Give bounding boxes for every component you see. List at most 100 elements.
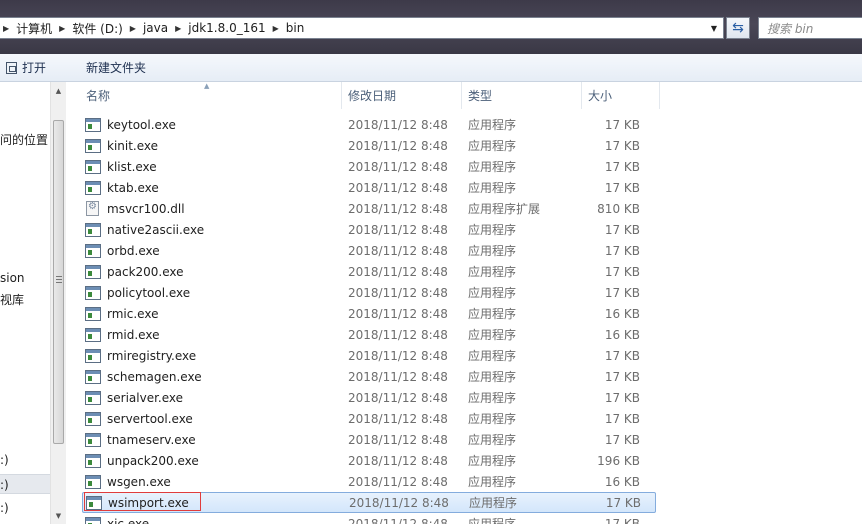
file-date: 2018/11/12 8:48 (348, 243, 448, 258)
file-name-cell: native2ascii.exe (82, 222, 348, 237)
breadcrumb-drive-d[interactable]: 软件 (D:) (68, 18, 126, 38)
file-row[interactable]: unpack200.exe 2018/11/12 8:48 应用程序 196 KB (82, 450, 656, 471)
nav-item-library-subversion[interactable]: sion (0, 268, 50, 288)
column-header-name[interactable]: 名称 ▲ (80, 82, 342, 109)
file-row[interactable]: orbd.exe 2018/11/12 8:48 应用程序 17 KB (82, 240, 656, 261)
file-type: 应用程序 (468, 475, 517, 489)
column-size-label: 大小 (588, 89, 613, 103)
file-name: serialver.exe (107, 390, 184, 405)
command-bar: 打开 新建文件夹 (0, 54, 862, 82)
file-date: 2018/11/12 8:48 (348, 453, 448, 468)
file-type: 应用程序 (468, 244, 517, 258)
file-name: rmiregistry.exe (107, 348, 197, 363)
file-date: 2018/11/12 8:48 (348, 411, 448, 426)
new-folder-button[interactable]: 新建文件夹 (80, 54, 152, 81)
nav-item-drive[interactable]: :) (0, 498, 50, 518)
file-row[interactable]: kinit.exe 2018/11/12 8:48 应用程序 17 KB (82, 135, 656, 156)
file-row[interactable]: keytool.exe 2018/11/12 8:48 应用程序 17 KB (82, 114, 656, 135)
file-date: 2018/11/12 8:48 (348, 264, 448, 279)
file-date: 2018/11/12 8:48 (348, 159, 448, 174)
file-name-cell: kinit.exe (82, 138, 348, 153)
file-row[interactable]: wsgen.exe 2018/11/12 8:48 应用程序 16 KB (82, 471, 656, 492)
file-row[interactable]: tnameserv.exe 2018/11/12 8:48 应用程序 17 KB (82, 429, 656, 450)
file-date: 2018/11/12 8:48 (348, 516, 448, 524)
highlight-annotation-box (84, 492, 201, 511)
file-name: tnameserv.exe (107, 432, 196, 447)
file-name: msvcr100.dll (107, 201, 185, 216)
file-type: 应用程序 (468, 223, 517, 237)
scrollbar-thumb[interactable] (53, 120, 64, 444)
scroll-down-arrow-icon[interactable]: ▼ (51, 507, 66, 524)
breadcrumb-separator-icon[interactable]: ▶ (56, 24, 68, 33)
scroll-up-arrow-icon[interactable]: ▲ (51, 82, 66, 99)
file-row[interactable]: policytool.exe 2018/11/12 8:48 应用程序 17 KB (82, 282, 656, 303)
file-list: 名称 ▲ 修改日期 类型 大小 keytool.exe 2018/11/12 8:… (66, 82, 862, 524)
file-size: 17 KB (604, 264, 640, 279)
file-row[interactable]: serialver.exe 2018/11/12 8:48 应用程序 17 KB (82, 387, 656, 408)
exe-icon (85, 474, 101, 489)
file-size: 196 KB (597, 453, 640, 468)
address-bar[interactable]: ▶ 计算机 ▶ 软件 (D:) ▶ java ▶ jdk1.8.0_161 ▶ … (0, 17, 724, 39)
breadcrumb-separator-icon[interactable]: ▶ (0, 24, 12, 33)
file-name: unpack200.exe (107, 453, 199, 468)
search-input[interactable]: 搜索 bin (758, 17, 862, 39)
file-size: 16 KB (604, 327, 640, 342)
breadcrumb-separator-icon[interactable]: ▶ (172, 24, 184, 33)
exe-icon (85, 264, 101, 279)
file-date: 2018/11/12 8:48 (349, 495, 449, 510)
column-header-date[interactable]: 修改日期 (342, 82, 462, 109)
nav-scrollbar[interactable]: ▲ ▼ (50, 82, 66, 524)
exe-icon (85, 453, 101, 468)
breadcrumb-jdk[interactable]: jdk1.8.0_161 (184, 18, 269, 38)
file-name-cell: orbd.exe (82, 243, 348, 258)
file-name-cell: pack200.exe (82, 264, 348, 279)
nav-item-recent-places[interactable]: 问的位置 (0, 130, 50, 150)
file-name: rmic.exe (107, 306, 159, 321)
file-name-cell: serialver.exe (82, 390, 348, 405)
file-name-cell: ktab.exe (82, 180, 348, 195)
file-name: ktab.exe (107, 180, 159, 195)
breadcrumb-java[interactable]: java (139, 18, 172, 38)
file-row[interactable]: pack200.exe 2018/11/12 8:48 应用程序 17 KB (82, 261, 656, 282)
refresh-icon: ⇆ (732, 20, 744, 36)
nav-item-video-library[interactable]: 视库 (0, 290, 50, 310)
refresh-button[interactable]: ⇆ (726, 17, 750, 39)
file-size: 17 KB (604, 369, 640, 384)
open-button[interactable]: 打开 (0, 54, 52, 81)
column-date-label: 修改日期 (348, 89, 397, 103)
exe-icon (85, 327, 101, 342)
address-dropdown-icon[interactable]: ▼ (705, 18, 723, 38)
file-row[interactable]: msvcr100.dll 2018/11/12 8:48 应用程序扩展 810 KB (82, 198, 656, 219)
file-date: 2018/11/12 8:48 (348, 285, 448, 300)
breadcrumb-separator-icon[interactable]: ▶ (127, 24, 139, 33)
file-date: 2018/11/12 8:48 (348, 474, 448, 489)
file-row[interactable]: schemagen.exe 2018/11/12 8:48 应用程序 17 KB (82, 366, 656, 387)
file-type: 应用程序 (468, 328, 517, 342)
breadcrumb-bin[interactable]: bin (282, 18, 309, 38)
file-row[interactable]: servertool.exe 2018/11/12 8:48 应用程序 17 KB (82, 408, 656, 429)
file-date: 2018/11/12 8:48 (348, 327, 448, 342)
nav-item-drive[interactable]: :) (0, 450, 50, 470)
file-row[interactable]: native2ascii.exe 2018/11/12 8:48 应用程序 17 KB (82, 219, 656, 240)
exe-icon (85, 516, 101, 524)
column-header-size[interactable]: 大小 (582, 82, 660, 109)
file-date: 2018/11/12 8:48 (348, 180, 448, 195)
file-row[interactable]: rmid.exe 2018/11/12 8:48 应用程序 16 KB (82, 324, 656, 345)
file-row[interactable]: xjc.exe 2018/11/12 8:48 应用程序 17 KB (82, 513, 656, 524)
file-name: rmid.exe (107, 327, 160, 342)
file-size: 17 KB (604, 243, 640, 258)
file-row[interactable]: rmic.exe 2018/11/12 8:48 应用程序 16 KB (82, 303, 656, 324)
file-row[interactable]: ktab.exe 2018/11/12 8:48 应用程序 17 KB (82, 177, 656, 198)
file-size: 17 KB (604, 117, 640, 132)
file-row[interactable]: klist.exe 2018/11/12 8:48 应用程序 17 KB (82, 156, 656, 177)
file-row[interactable]: rmiregistry.exe 2018/11/12 8:48 应用程序 17 KB (82, 345, 656, 366)
file-name: kinit.exe (107, 138, 159, 153)
breadcrumb-computer[interactable]: 计算机 (12, 18, 56, 38)
file-type: 应用程序 (468, 412, 517, 426)
file-name-cell: klist.exe (82, 159, 348, 174)
nav-item-drive-selected[interactable]: :) (0, 474, 50, 494)
file-size: 17 KB (604, 285, 640, 300)
breadcrumb-separator-icon[interactable]: ▶ (270, 24, 282, 33)
file-type: 应用程序 (468, 454, 517, 468)
column-header-type[interactable]: 类型 (462, 82, 582, 109)
